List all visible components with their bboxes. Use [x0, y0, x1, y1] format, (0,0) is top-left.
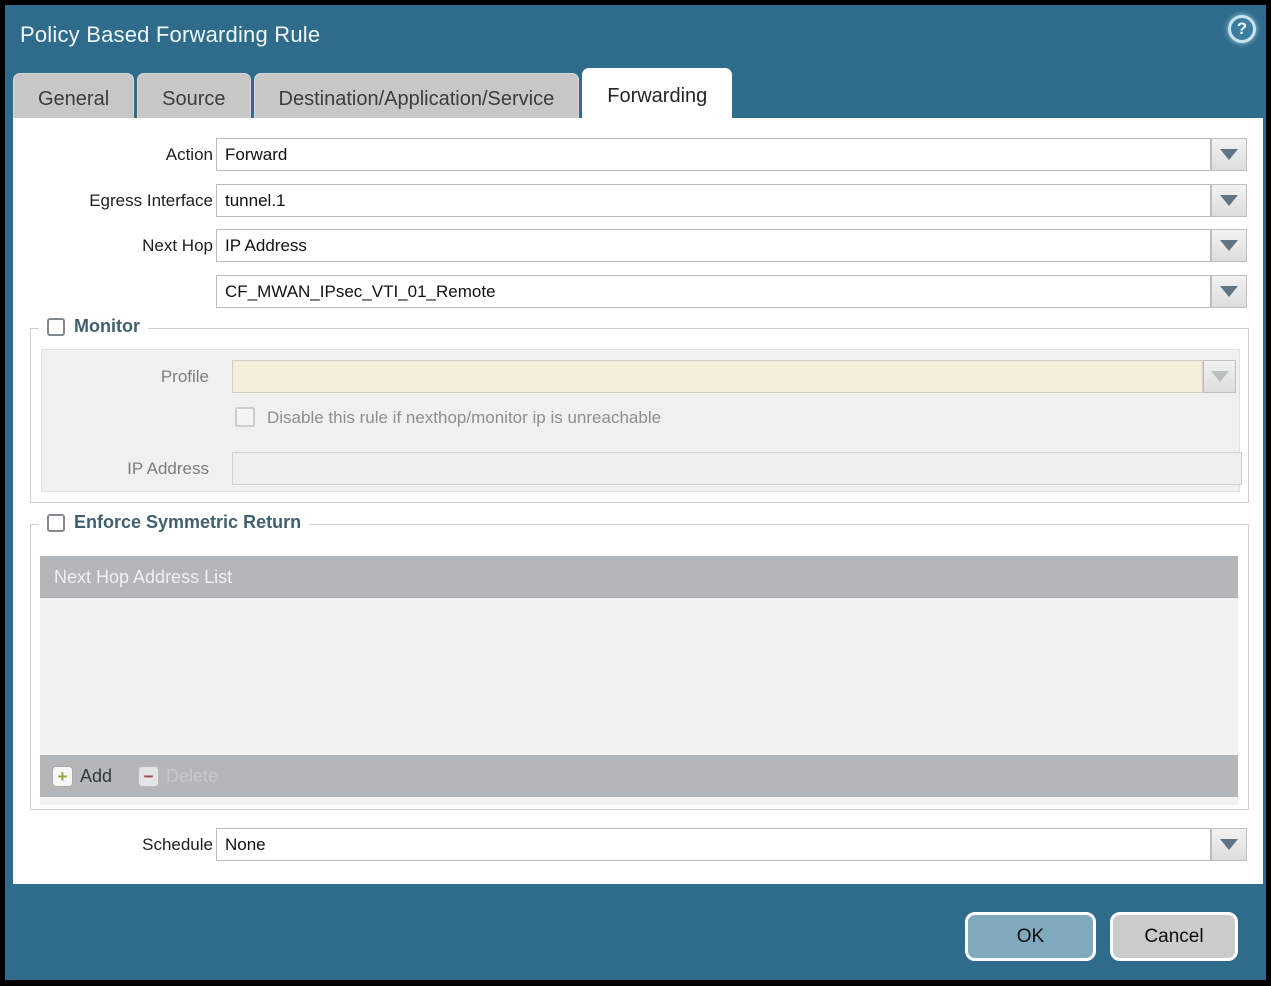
minus-icon: −	[138, 765, 160, 787]
dialog-frame: Policy Based Forwarding Rule ? General S…	[5, 5, 1266, 980]
next-hop-address-table: Next Hop Address List + Add − Delete	[40, 556, 1238, 805]
tab-bar: General Source Destination/Application/S…	[13, 68, 733, 123]
next-hop-address-select[interactable]: CF_MWAN_IPsec_VTI_01_Remote	[216, 275, 1211, 308]
enforce-symmetric-return-label: Enforce Symmetric Return	[74, 512, 302, 532]
next-hop-address-list-body[interactable]	[40, 598, 1238, 755]
delete-button: − Delete	[138, 765, 219, 787]
enforce-symmetric-return-checkbox[interactable]	[47, 513, 65, 532]
egress-interface-label: Egress Interface	[89, 191, 213, 210]
plus-icon: +	[52, 765, 73, 787]
chevron-down-icon	[1220, 149, 1238, 160]
action-select[interactable]: Forward	[216, 138, 1211, 171]
enforce-symmetric-return-legend: Enforce Symmetric Return	[39, 512, 310, 533]
profile-dropdown-button	[1203, 360, 1236, 393]
chevron-down-icon	[1210, 371, 1229, 382]
chevron-down-icon	[1220, 286, 1238, 297]
next-hop-address-dropdown-button[interactable]	[1211, 275, 1247, 308]
disable-rule-label: Disable this rule if nexthop/monitor ip …	[267, 408, 662, 427]
next-hop-address-list-toolbar: + Add − Delete	[40, 755, 1238, 797]
disable-rule-checkbox	[235, 407, 255, 427]
monitor-panel: Profile Disable this rule if nexthop/mon…	[41, 349, 1242, 492]
monitor-group: Monitor Profile Disable this rule if nex…	[30, 316, 1249, 503]
add-button[interactable]: + Add	[52, 765, 113, 787]
add-button-label: Add	[80, 765, 113, 786]
schedule-dropdown-button[interactable]	[1211, 828, 1247, 861]
tab-general[interactable]: General	[13, 73, 135, 123]
action-dropdown-button[interactable]	[1211, 138, 1247, 171]
tab-content-forwarding: Action Forward Egress Interface tunnel.1…	[13, 118, 1263, 884]
delete-button-label: Delete	[166, 765, 219, 786]
help-icon[interactable]: ?	[1228, 15, 1256, 43]
next-hop-type-dropdown-button[interactable]	[1211, 229, 1247, 262]
monitor-label: Monitor	[74, 316, 140, 336]
monitor-legend: Monitor	[39, 316, 148, 337]
dialog-title: Policy Based Forwarding Rule	[20, 22, 321, 47]
monitor-checkbox[interactable]	[47, 317, 65, 336]
monitor-ip-address-label: IP Address	[127, 459, 209, 478]
profile-select	[232, 360, 1203, 393]
schedule-select[interactable]: None	[216, 828, 1211, 861]
profile-label: Profile	[160, 367, 209, 386]
action-label: Action	[165, 145, 213, 164]
next-hop-type-select[interactable]: IP Address	[216, 229, 1211, 262]
schedule-label: Schedule	[142, 835, 213, 854]
chevron-down-icon	[1220, 240, 1238, 251]
cancel-button[interactable]: Cancel	[1110, 912, 1238, 961]
egress-interface-dropdown-button[interactable]	[1211, 184, 1247, 217]
tab-destination-application-service[interactable]: Destination/Application/Service	[253, 73, 580, 123]
tab-source[interactable]: Source	[137, 73, 251, 123]
table-bottom-strip	[40, 797, 1238, 805]
next-hop-label: Next Hop	[142, 236, 213, 255]
chevron-down-icon	[1220, 839, 1238, 850]
tab-forwarding[interactable]: Forwarding	[582, 68, 733, 123]
monitor-ip-address-input	[232, 452, 1242, 485]
next-hop-address-list-header: Next Hop Address List	[40, 556, 1238, 598]
ok-button[interactable]: OK	[965, 912, 1096, 961]
chevron-down-icon	[1220, 195, 1238, 206]
egress-interface-select[interactable]: tunnel.1	[216, 184, 1211, 217]
